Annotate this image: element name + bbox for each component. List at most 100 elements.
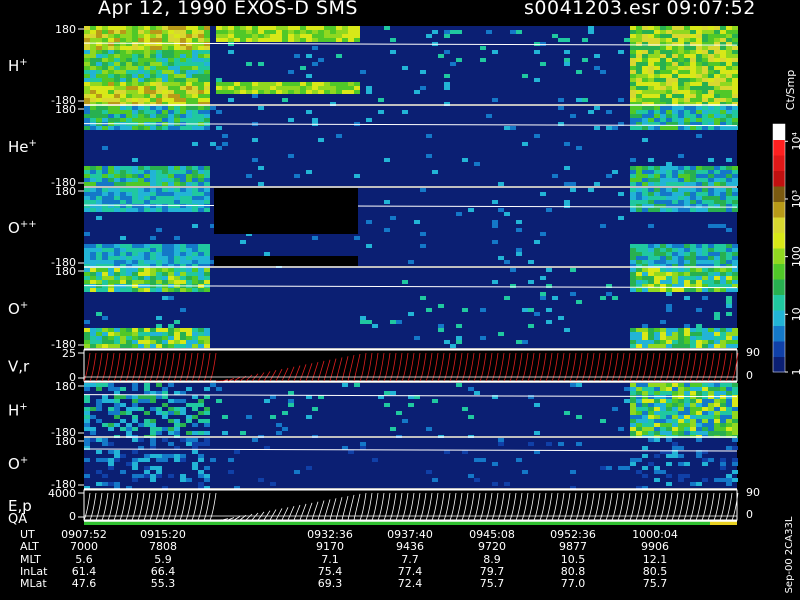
spectrogram-cell: [450, 62, 456, 66]
spectrogram-cell: [192, 58, 198, 62]
spectrogram-cell: [516, 220, 522, 224]
spectrogram-cell: [306, 30, 312, 34]
spectrogram-cell: [702, 166, 708, 170]
spectrogram-cell: [126, 276, 132, 280]
spectrogram-cell: [630, 383, 636, 387]
spectrogram-cell: [684, 38, 690, 42]
spectrogram-cell: [636, 42, 642, 46]
spectrogram-cell: [732, 252, 738, 256]
spectrogram-cell: [474, 458, 480, 462]
spectrogram-cell: [648, 462, 654, 466]
spectrogram-cell: [732, 70, 738, 74]
spectrogram-cell: [114, 280, 120, 284]
spectrogram-cell: [378, 98, 384, 102]
spectrogram-cell: [636, 407, 642, 411]
spectrogram-cell: [114, 458, 120, 462]
spectrogram-cell: [306, 86, 312, 90]
spectrogram-cell: [120, 332, 126, 336]
spectrogram-cell: [150, 42, 156, 46]
spectrogram-cell: [702, 62, 708, 66]
spectrogram-cell: [168, 174, 174, 178]
spectrogram-cell: [144, 244, 150, 248]
spectrogram-cell: [144, 170, 150, 174]
spectrogram-cell: [696, 340, 702, 344]
spectrogram-cell: [714, 178, 720, 182]
spectrogram-cell: [126, 260, 132, 264]
spectrogram-cell: [168, 192, 174, 196]
spectrogram-cell: [138, 62, 144, 66]
spectrogram-cell: [180, 110, 186, 114]
spectrogram-cell: [162, 196, 168, 200]
ephemeris-cell: 7.1: [321, 552, 339, 566]
spectrogram-cell: [174, 399, 180, 403]
spectrogram-cell: [168, 474, 174, 478]
spectrogram-cell: [204, 106, 210, 110]
spectrogram-cell: [84, 46, 90, 50]
spectrogram-cell: [156, 324, 162, 328]
spectrogram-cell: [120, 192, 126, 196]
spectrogram-cell: [678, 200, 684, 204]
spectrogram-cell: [636, 256, 642, 260]
spectrogram-cell: [198, 46, 204, 50]
spectrogram-cell: [198, 174, 204, 178]
spectrogram-cell: [660, 256, 666, 260]
spectrogram-cell: [318, 90, 324, 94]
spectrogram-cell: [102, 252, 108, 256]
spectrogram-cell: [696, 403, 702, 407]
spectrogram-cell: [198, 34, 204, 38]
spectrogram-cell: [282, 82, 288, 86]
spectrogram-cell: [720, 224, 726, 228]
spectrogram-cell: [96, 50, 102, 54]
spectrogram-cell: [642, 200, 648, 204]
spectrogram-cell: [666, 328, 672, 332]
spectrogram-cell: [150, 50, 156, 54]
spectrogram-cell: [126, 336, 132, 340]
spectrogram-cell: [180, 260, 186, 264]
spectrogram-cell: [90, 438, 96, 442]
spectrogram-cell: [636, 182, 642, 186]
spectrogram-cell: [696, 415, 702, 419]
spectrogram-cell: [642, 182, 648, 186]
spectrogram-cell: [96, 399, 102, 403]
panel-label-0: H+: [8, 57, 28, 75]
spectrogram-cell: [120, 114, 126, 118]
spectrogram-cell: [198, 431, 204, 435]
spectrogram-cell: [168, 62, 174, 66]
spectrogram-cell: [702, 288, 708, 292]
spectrogram-cell: [144, 54, 150, 58]
spectrogram-cell: [162, 288, 168, 292]
spectrogram-cell: [294, 90, 300, 94]
spectrogram-cell: [666, 244, 672, 248]
spectrogram-cell: [654, 272, 660, 276]
spectrogram-cell: [684, 82, 690, 86]
spectrogram-cell: [678, 166, 684, 170]
spectrogram-cell: [732, 391, 738, 395]
spectrogram-cell: [312, 62, 318, 66]
spectrogram-cell: [132, 70, 138, 74]
spectrogram-cell: [714, 182, 720, 186]
spectrogram-cell: [120, 98, 126, 102]
spectrogram-cell: [666, 260, 672, 264]
spectrogram-cell: [354, 383, 360, 387]
spectrogram-cell: [174, 423, 180, 427]
spectrogram-cell: [102, 196, 108, 200]
spectrogram-cell: [672, 276, 678, 280]
spectrogram-cell: [132, 86, 138, 90]
spectrogram-cell: [108, 482, 114, 486]
spectrogram-cell: [114, 90, 120, 94]
spectrogram-cell: [666, 474, 672, 478]
spectrogram-cell: [648, 391, 654, 395]
spectrogram-cell: [96, 110, 102, 114]
spectrogram-cell: [300, 34, 306, 38]
spectrogram-cell: [456, 324, 462, 328]
spectrogram-cell: [336, 30, 342, 34]
spectrogram-cell: [198, 248, 204, 252]
spectrogram-cell: [660, 34, 666, 38]
spectrogram-cell: [84, 200, 90, 204]
spectrogram-cell: [708, 26, 714, 30]
spectrogram-cell: [546, 308, 552, 312]
spectrogram-cell: [708, 66, 714, 70]
spectrogram-cell: [156, 474, 162, 478]
spectrogram-cell: [384, 228, 390, 232]
spectrogram-cell: [702, 403, 708, 407]
